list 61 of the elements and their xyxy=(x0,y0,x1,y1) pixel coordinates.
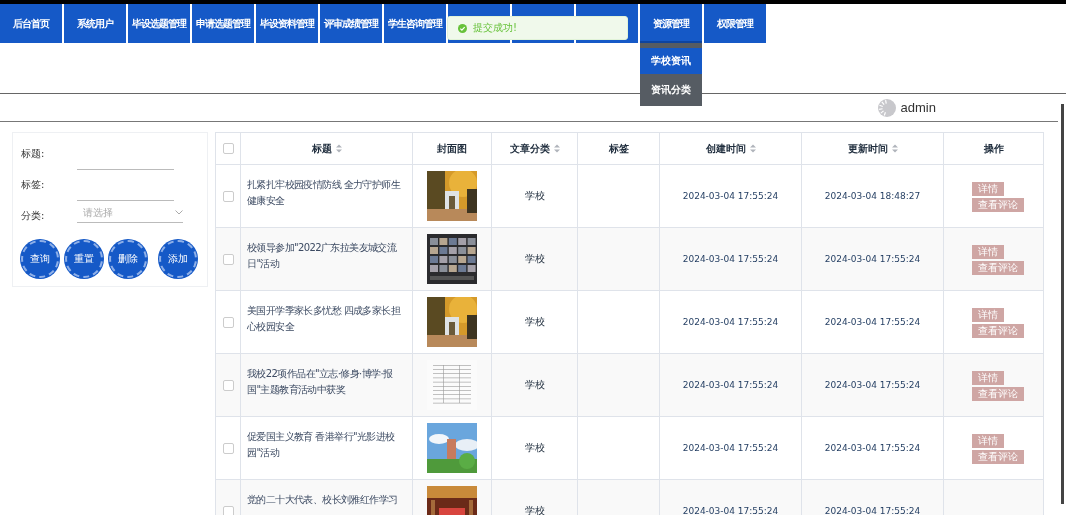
table-cell: 2024-03-04 17:55:24 xyxy=(801,416,944,480)
nav-tab[interactable]: 后台首页 xyxy=(0,4,62,43)
menu-item[interactable]: 学校资讯 xyxy=(640,48,702,74)
sort-icon[interactable] xyxy=(335,144,342,153)
column-header: 操作 xyxy=(943,132,1044,165)
field-label: 分类: xyxy=(21,209,46,223)
menu-item[interactable]: 资讯分类 xyxy=(640,74,702,106)
table-cell: 学校 xyxy=(491,353,578,417)
table-cell: 2024-03-04 17:55:24 xyxy=(659,416,802,480)
nav-tab[interactable]: 毕设资料管理 xyxy=(256,4,318,43)
table-cell: 学校 xyxy=(491,416,578,480)
nav-tab[interactable]: 资源管理 xyxy=(640,4,702,43)
table-cell: 学校 xyxy=(491,164,578,228)
nav-tab[interactable]: 评审成绩管理 xyxy=(320,4,382,43)
checkbox[interactable] xyxy=(222,316,234,328)
table-cell: 2024-03-04 17:55:24 xyxy=(659,353,802,417)
user-name[interactable]: admin xyxy=(900,100,936,115)
checkbox[interactable] xyxy=(222,442,234,454)
table-cell: 校领导参加"2022广东拉美友城交流日"活动 xyxy=(240,227,413,291)
column-header: 标签 xyxy=(577,132,660,165)
table-cell: 2024-03-04 17:55:24 xyxy=(801,290,944,354)
table-cell: 2024-03-04 18:48:27 xyxy=(801,164,944,228)
nav-tab[interactable]: 申请选题管理 xyxy=(192,4,254,43)
checkbox[interactable] xyxy=(222,253,234,265)
action-button[interactable]: 删除 xyxy=(109,240,147,278)
nav-tab[interactable]: 系统用户 xyxy=(64,4,126,43)
nav-tab[interactable]: 学生咨询管理 xyxy=(384,4,446,43)
table-cell: 2024-03-04 17:55:24 xyxy=(659,227,802,291)
table-cell: 2024-03-04 17:55:24 xyxy=(659,290,802,354)
table-cell: 学校 xyxy=(491,227,578,291)
table-cell: 促爱国主义教育 香港举行"光影进校园"活动 xyxy=(240,416,413,480)
sort-icon[interactable] xyxy=(891,144,898,153)
sort-icon[interactable] xyxy=(553,144,560,153)
nav-tab[interactable]: 权限管理 xyxy=(704,4,766,43)
check-icon xyxy=(458,23,467,33)
action-button[interactable]: 添加 xyxy=(159,240,197,278)
checkbox[interactable] xyxy=(222,190,234,202)
checkbox[interactable] xyxy=(222,379,234,391)
column-header: 封面图 xyxy=(412,132,492,165)
action-button[interactable]: 重置 xyxy=(65,240,103,278)
table-cell: 美国开学季家长多忧愁 四成多家长担心校园安全 xyxy=(240,290,413,354)
toast-message: 提交成功! xyxy=(473,21,517,35)
checkbox[interactable] xyxy=(222,505,234,515)
chevron-down-icon xyxy=(175,210,183,215)
field-label: 标题: xyxy=(21,147,46,161)
table-cell: 2024-03-04 17:55:24 xyxy=(659,164,802,228)
action-button[interactable]: 查询 xyxy=(21,240,59,278)
field-label: 标签: xyxy=(21,178,46,192)
checkbox[interactable] xyxy=(222,143,234,155)
loading-icon xyxy=(877,98,896,117)
column-header[interactable]: 创建时间 xyxy=(659,132,802,165)
sort-icon[interactable] xyxy=(749,144,756,153)
table-cell: 2024-03-04 17:55:24 xyxy=(801,227,944,291)
table-cell: 学校 xyxy=(491,290,578,354)
column-header[interactable]: 文章分类 xyxy=(491,132,578,165)
table-cell: 2024-03-04 17:55:24 xyxy=(801,353,944,417)
column-header[interactable]: 标题 xyxy=(240,132,413,165)
nav-tab[interactable]: 毕设选题管理 xyxy=(128,4,190,43)
column-header[interactable]: 更新时间 xyxy=(801,132,944,165)
table-cell: 扎紧扎牢校园疫情防线 全力守护师生健康安全 xyxy=(240,164,413,228)
table-cell: 我校22项作品在"立志·修身·博学·报国"主题教育活动中获奖 xyxy=(240,353,413,417)
